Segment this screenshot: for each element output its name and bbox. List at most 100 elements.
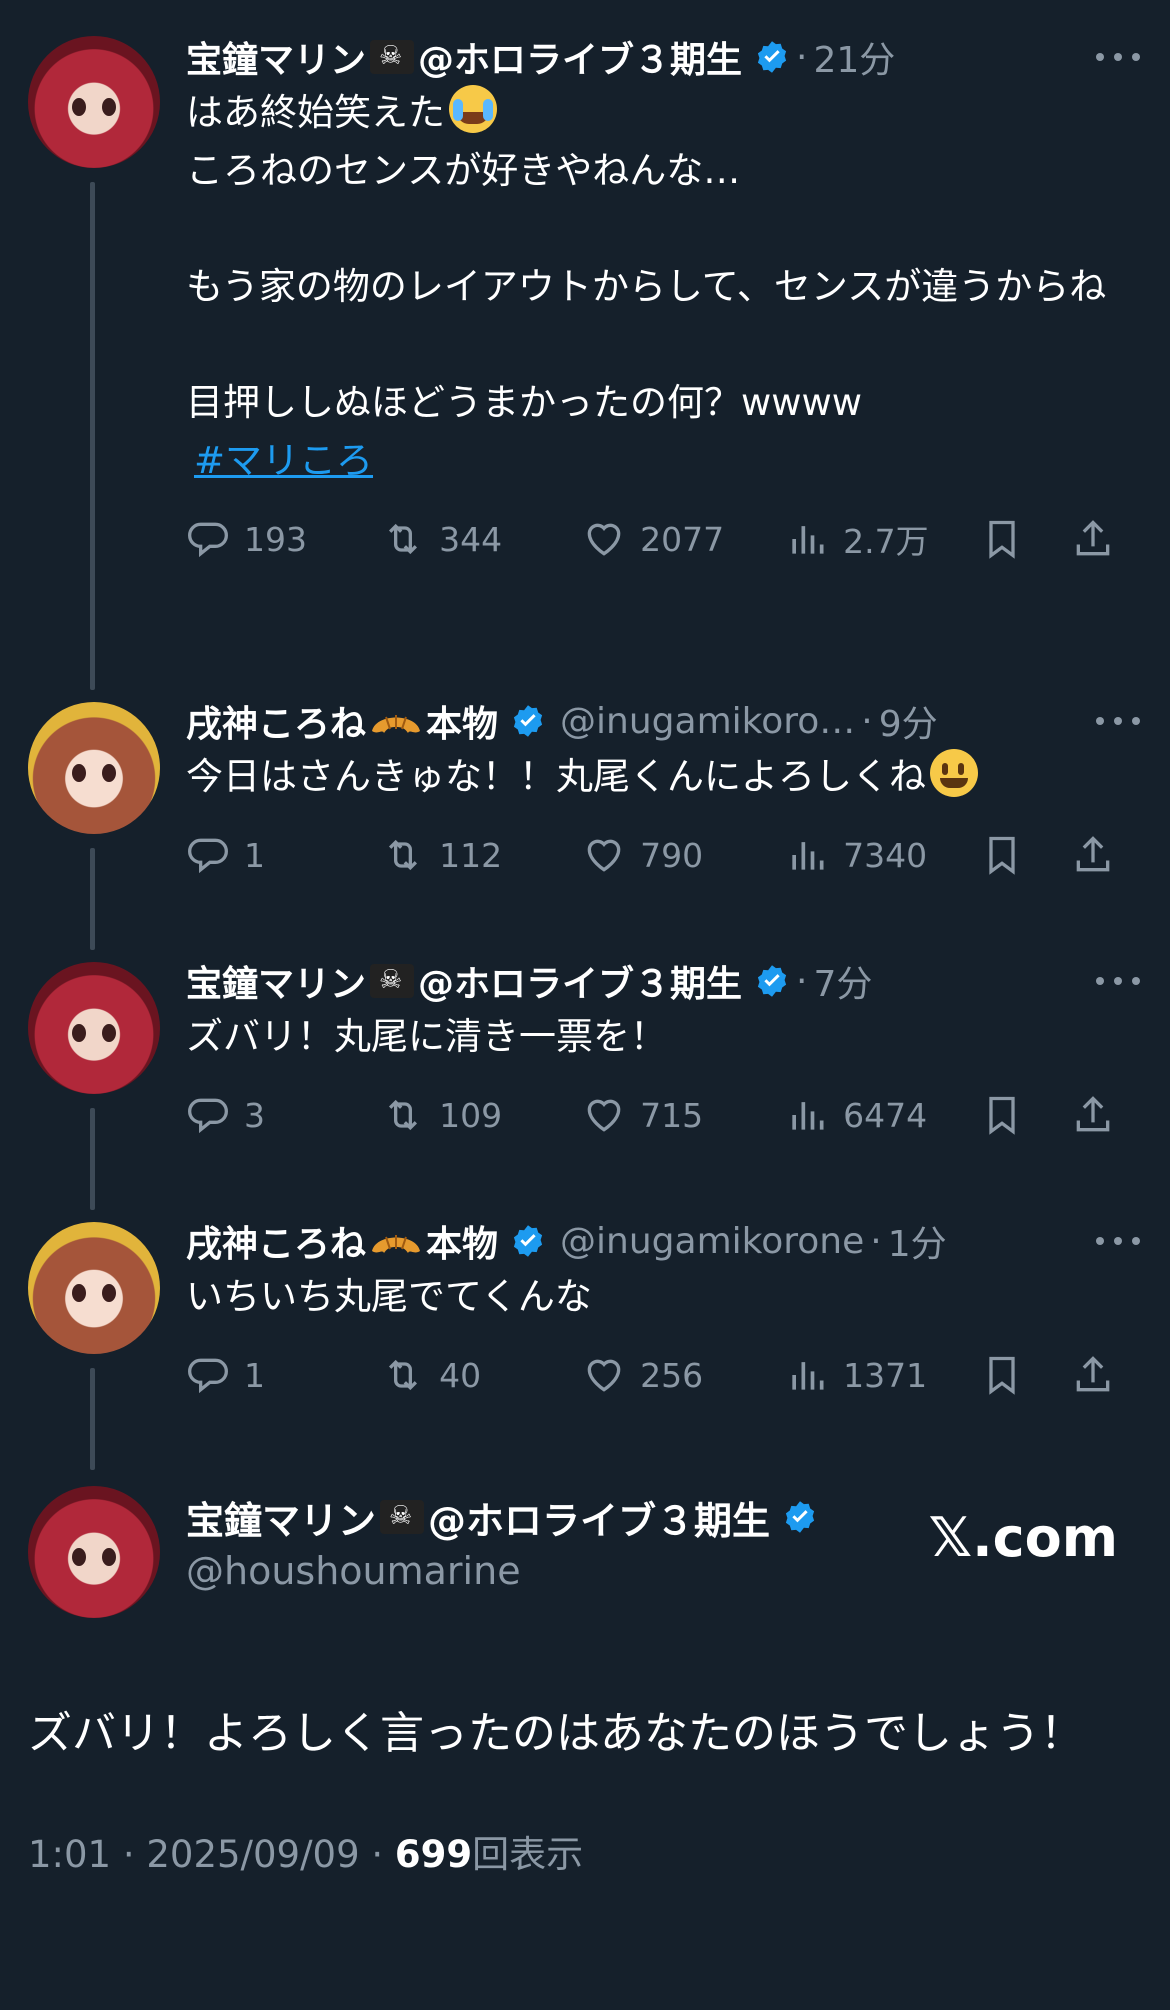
author-handle[interactable]: @inugamikorone xyxy=(560,1221,864,1262)
author-name-suffix[interactable]: @ホロライブ３期生 xyxy=(418,31,742,83)
author-name-suffix[interactable]: @ホロライブ３期生 xyxy=(418,955,742,1007)
tweet-text-part: はあ終始笑えた xyxy=(186,91,445,134)
like-count: 790 xyxy=(640,835,704,875)
view-count: 7340 xyxy=(843,835,928,875)
like-button[interactable]: 2077 xyxy=(582,517,785,561)
bookmark-button[interactable] xyxy=(980,517,1071,561)
tweet-text: はあ終始笑えた ころねのセンスが好きやねんな… もう家の物のレイアウトからして、… xyxy=(186,84,1130,490)
avatar[interactable] xyxy=(28,962,160,1094)
reply-count: 3 xyxy=(244,1095,265,1135)
pirate-flag-icon xyxy=(370,40,415,74)
grinning-face-icon xyxy=(930,749,978,797)
retweet-icon xyxy=(389,1359,418,1391)
author-block: 宝鐘マリン @ホロライブ３期生 @houshoumarine xyxy=(186,1490,818,1598)
like-button[interactable]: 715 xyxy=(582,1093,785,1137)
author-name[interactable]: 戌神ころね xyxy=(186,1215,366,1267)
like-count: 715 xyxy=(640,1095,704,1135)
tweet-text-part: ころねのセンスが好きやねんな… もう家の物のレイアウトからして、センスが違うから… xyxy=(186,149,1107,424)
retweet-count: 40 xyxy=(439,1355,482,1395)
tweet-2[interactable]: 戌神ころね 本物 @inugamikoro… · 9分 今日はさんきゅな！！丸尾… xyxy=(0,696,1170,894)
retweet-button[interactable]: 40 xyxy=(381,1353,582,1397)
author-name[interactable]: 宝鐘マリン xyxy=(186,1490,376,1545)
pirate-flag-icon xyxy=(380,1500,425,1534)
retweet-button[interactable]: 112 xyxy=(381,833,582,877)
share-button[interactable] xyxy=(1071,1353,1130,1397)
like-icon xyxy=(587,1099,621,1132)
tweet-1[interactable]: 宝鐘マリン @ホロライブ３期生 · 21分 はあ終始笑えた ころねのセンスが好き… xyxy=(0,32,1170,578)
hashtag-link[interactable]: #マリころ xyxy=(194,432,373,490)
reply-button[interactable]: 1 xyxy=(186,1353,381,1397)
author-name[interactable]: 宝鐘マリン xyxy=(186,955,366,1007)
more-icon[interactable] xyxy=(1096,966,1140,996)
avatar[interactable] xyxy=(28,1486,160,1618)
author-name[interactable]: 戌神ころね xyxy=(186,695,366,747)
tweet-header: 宝鐘マリン @ホロライブ３期生 · 21分 xyxy=(186,32,1130,82)
like-button[interactable]: 790 xyxy=(582,833,785,877)
tweet-time[interactable]: 21分 xyxy=(813,31,895,83)
views-icon xyxy=(792,526,824,554)
author-handle[interactable]: @houshoumarine xyxy=(186,1544,818,1598)
tweet-time[interactable]: 1分 xyxy=(888,1215,947,1267)
views-icon xyxy=(792,1102,824,1130)
more-icon[interactable] xyxy=(1096,1226,1140,1256)
retweet-button[interactable]: 109 xyxy=(381,1093,582,1137)
author-name-suffix[interactable]: 本物 xyxy=(426,1215,498,1267)
views-button[interactable]: 2.7万 xyxy=(785,515,980,563)
share-button[interactable] xyxy=(1071,517,1130,561)
avatar[interactable] xyxy=(28,702,160,834)
view-label: 回表示 xyxy=(472,1833,584,1876)
croissant-icon xyxy=(372,1235,421,1253)
more-icon[interactable] xyxy=(1096,42,1140,72)
like-button[interactable]: 256 xyxy=(582,1353,785,1397)
tweet-4[interactable]: 戌神ころね 本物 @inugamikorone · 1分 いちいち丸尾でてくんな… xyxy=(0,1216,1170,1414)
verified-badge-icon xyxy=(782,1499,818,1535)
more-icon[interactable] xyxy=(1096,706,1140,736)
reply-button[interactable]: 1 xyxy=(186,833,381,877)
retweet-button[interactable]: 344 xyxy=(381,517,582,561)
tweet-3[interactable]: 宝鐘マリン @ホロライブ３期生 · 7分 ズバリ！丸尾に清き一票を！ 3 109… xyxy=(0,956,1170,1154)
views-button[interactable]: 7340 xyxy=(785,833,980,877)
main-tweet-text: ズバリ！よろしく言ったのはあなたのほうでしょう！ xyxy=(28,1708,1084,1759)
retweet-icon xyxy=(389,839,418,871)
view-count: 6474 xyxy=(843,1095,928,1135)
bookmark-button[interactable] xyxy=(980,1353,1071,1397)
like-count: 256 xyxy=(640,1355,704,1395)
timestamp[interactable]: 1:01 · 2025/09/09 · xyxy=(28,1833,395,1876)
share-button[interactable] xyxy=(1071,833,1130,877)
main-tweet-header: 宝鐘マリン @ホロライブ３期生 @houshoumarine 𝕏.com xyxy=(0,1486,1170,1618)
action-bar: 1 112 790 7340 xyxy=(186,816,1130,894)
verified-badge-icon xyxy=(510,1223,546,1259)
author-name-suffix[interactable]: 本物 xyxy=(426,695,498,747)
like-icon xyxy=(587,839,621,872)
bookmark-button[interactable] xyxy=(980,833,1071,877)
author-name-suffix[interactable]: @ホロライブ３期生 xyxy=(428,1490,770,1545)
views-button[interactable]: 6474 xyxy=(785,1093,980,1137)
like-icon xyxy=(587,1359,621,1392)
avatar[interactable] xyxy=(28,36,160,168)
separator-dot: · xyxy=(870,1220,882,1262)
pirate-flag-icon xyxy=(370,964,415,998)
reply-button[interactable]: 3 xyxy=(186,1093,381,1137)
tweet-time[interactable]: 7分 xyxy=(813,955,872,1007)
reply-count: 1 xyxy=(244,1355,265,1395)
reply-count: 1 xyxy=(244,835,265,875)
author-name[interactable]: 宝鐘マリン xyxy=(186,31,366,83)
tweet-header: 戌神ころね 本物 @inugamikoro… · 9分 xyxy=(186,696,1130,746)
tweet-text-part: 今日はさんきゅな！！丸尾くんによろしくね xyxy=(186,755,926,798)
author-handle[interactable]: @inugamikoro… xyxy=(560,701,855,742)
tweet-header: 戌神ころね 本物 @inugamikorone · 1分 xyxy=(186,1216,1130,1266)
separator-dot: · xyxy=(796,960,808,1002)
retweet-icon xyxy=(389,1099,418,1131)
reply-icon xyxy=(188,1098,228,1134)
bookmark-button[interactable] xyxy=(980,1093,1071,1137)
reply-button[interactable]: 193 xyxy=(186,517,381,561)
share-icon xyxy=(1076,836,1110,872)
view-count: 1371 xyxy=(843,1355,928,1395)
avatar[interactable] xyxy=(28,1222,160,1354)
share-icon xyxy=(1076,1356,1110,1392)
tweet-text: ズバリ！丸尾に清き一票を！ xyxy=(186,1015,667,1058)
tweet-time[interactable]: 9分 xyxy=(879,695,938,747)
share-button[interactable] xyxy=(1071,1093,1130,1137)
bookmark-icon xyxy=(989,1356,1015,1395)
views-button[interactable]: 1371 xyxy=(785,1353,980,1397)
